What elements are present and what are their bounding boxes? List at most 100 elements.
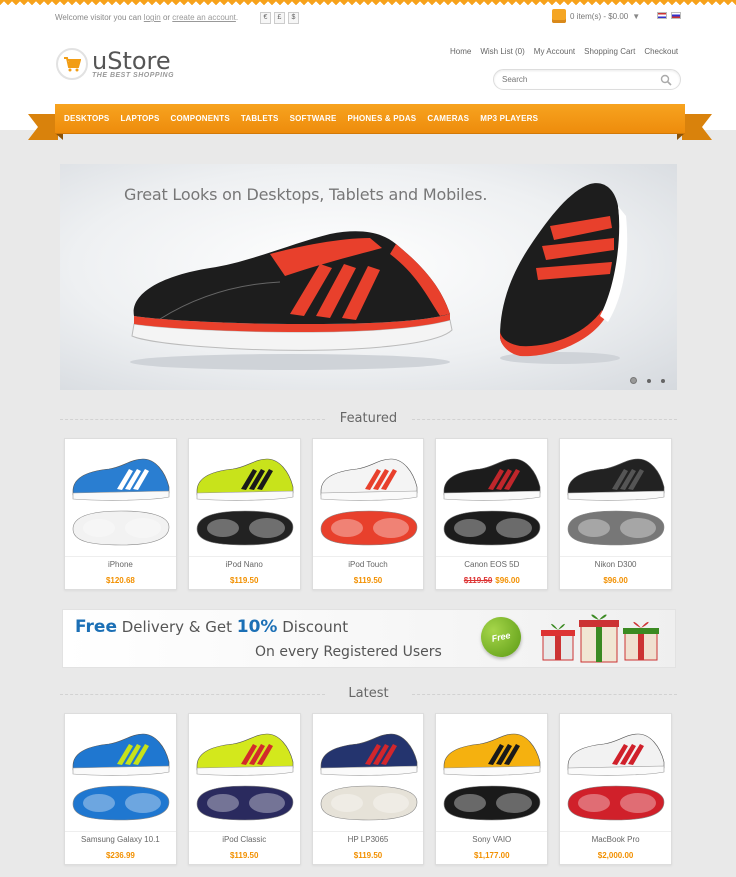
- slider-caption: Great Looks on Desktops, Tablets and Mob…: [124, 185, 488, 204]
- product-card[interactable]: Samsung Galaxy 10.1 $236.99: [64, 713, 177, 865]
- currency-pound-button[interactable]: £: [274, 12, 285, 24]
- home-link[interactable]: Home: [450, 47, 471, 56]
- mini-cart[interactable]: 0 item(s) - $0.00 ▼: [552, 9, 640, 23]
- product-name[interactable]: HP LP3065: [313, 835, 424, 844]
- hero-shoe-small-image: [500, 183, 628, 364]
- welcome-message: Welcome visitor you can login or create …: [55, 13, 238, 22]
- latest-products: Samsung Galaxy 10.1 $236.99 iPod Classic $1…: [64, 713, 672, 865]
- free-badge: Free: [477, 613, 525, 661]
- english-flag-icon[interactable]: [657, 12, 667, 19]
- product-price: $120.68: [65, 576, 176, 585]
- search-input[interactable]: [502, 75, 652, 84]
- product-card[interactable]: MacBook Pro $2,000.00: [559, 713, 672, 865]
- russian-flag-icon[interactable]: [671, 12, 681, 19]
- product-current-price: $119.50: [229, 851, 259, 860]
- product-price: $119.50: [189, 851, 300, 860]
- nav-item-components[interactable]: Components: [171, 114, 230, 123]
- product-name[interactable]: iPhone: [65, 560, 176, 569]
- create-account-link[interactable]: create an account: [172, 13, 236, 22]
- my-account-link[interactable]: My Account: [534, 47, 575, 56]
- divider: [188, 556, 300, 557]
- currency-euro-button[interactable]: €: [260, 12, 271, 24]
- top-links: Home Wish List (0) My Account Shopping C…: [450, 47, 678, 56]
- product-image[interactable]: [69, 722, 173, 826]
- search-icon[interactable]: [660, 74, 672, 86]
- slider-dot-1[interactable]: [630, 377, 637, 384]
- logo-name: uStore: [92, 46, 171, 75]
- product-name[interactable]: Samsung Galaxy 10.1: [65, 835, 176, 844]
- search-box: [493, 69, 681, 90]
- product-card[interactable]: iPod Nano $119.50: [187, 438, 301, 590]
- login-link[interactable]: login: [144, 13, 161, 22]
- main-nav: Desktops Laptops Components Tablets Soft…: [28, 104, 712, 148]
- product-name[interactable]: iPod Classic: [189, 835, 300, 844]
- slider-dot-3[interactable]: [661, 378, 665, 383]
- product-price: $119.50: [313, 576, 424, 585]
- nav-item-desktops[interactable]: Desktops: [64, 114, 109, 123]
- product-current-price: $2,000.00: [597, 851, 634, 860]
- nav-item-laptops[interactable]: Laptops: [120, 114, 159, 123]
- slider-pagination: [630, 377, 665, 384]
- product-name[interactable]: Sony VAIO: [436, 835, 547, 844]
- product-current-price: $96.00: [495, 576, 520, 585]
- promo-banner[interactable]: Free Delivery & Get 10% Discount On ever…: [62, 609, 676, 668]
- product-card[interactable]: Sony VAIO $1,177.00: [435, 713, 549, 865]
- zigzag-border: [0, 0, 736, 8]
- divider: [312, 556, 424, 557]
- wishlist-link[interactable]: Wish List (0): [480, 47, 524, 56]
- product-price: $2,000.00: [560, 851, 671, 860]
- product-price: $119.50 $96.00: [436, 576, 547, 585]
- shopping-cart-link[interactable]: Shopping Cart: [584, 47, 635, 56]
- product-name[interactable]: iPod Touch: [313, 560, 424, 569]
- ribbon-tail-right: [682, 114, 712, 140]
- product-image[interactable]: [564, 722, 668, 826]
- product-card[interactable]: HP LP3065 $119.50: [311, 713, 425, 865]
- product-card[interactable]: iPod Touch $119.50: [311, 438, 425, 590]
- cart-summary: 0 item(s) - $0.00: [570, 11, 629, 21]
- hero-slider[interactable]: Great Looks on Desktops, Tablets and Mob…: [60, 164, 677, 390]
- divider: [436, 556, 548, 557]
- product-image[interactable]: [440, 447, 544, 551]
- product-image[interactable]: [69, 447, 173, 551]
- banner-subline: On every Registered Users: [255, 644, 442, 660]
- divider: [312, 831, 424, 832]
- product-image[interactable]: [317, 447, 421, 551]
- currency-dollar-button[interactable]: $: [288, 12, 299, 24]
- product-card[interactable]: iPhone $120.68: [64, 438, 177, 590]
- divider: [65, 556, 176, 557]
- ribbon-tail-left: [28, 114, 58, 140]
- product-image[interactable]: [193, 722, 297, 826]
- product-image[interactable]: [193, 447, 297, 551]
- product-image[interactable]: [317, 722, 421, 826]
- product-card[interactable]: Canon EOS 5D $119.50 $96.00: [435, 438, 549, 590]
- divider: [188, 831, 300, 832]
- store-logo[interactable]: uStore THE BEST SHOPPING: [56, 48, 174, 80]
- product-image[interactable]: [440, 722, 544, 826]
- product-image[interactable]: [564, 447, 668, 551]
- nav-item-mp3-players[interactable]: MP3 Players: [480, 114, 538, 123]
- language-switcher: [657, 12, 681, 19]
- nav-item-phones-pdas[interactable]: Phones & PDAs: [348, 114, 417, 123]
- nav-item-cameras[interactable]: Cameras: [427, 114, 469, 123]
- chevron-down-icon[interactable]: ▼: [632, 12, 640, 21]
- checkout-link[interactable]: Checkout: [644, 47, 678, 56]
- product-current-price: $1,177.00: [473, 851, 510, 860]
- product-card[interactable]: Nikon D300 $96.00: [559, 438, 672, 590]
- product-name[interactable]: iPod Nano: [189, 560, 300, 569]
- nav-item-tablets[interactable]: Tablets: [241, 114, 279, 123]
- currency-switcher: € £ $: [260, 12, 299, 24]
- product-name[interactable]: Canon EOS 5D: [436, 560, 547, 569]
- product-price: $1,177.00: [436, 851, 547, 860]
- nav-item-software[interactable]: Software: [290, 114, 337, 123]
- product-current-price: $236.99: [105, 851, 135, 860]
- gift-boxes-image: [541, 614, 659, 663]
- divider: [65, 831, 176, 832]
- product-current-price: $96.00: [603, 576, 628, 585]
- product-name[interactable]: MacBook Pro: [560, 835, 671, 844]
- slider-dot-2[interactable]: [647, 378, 651, 383]
- welcome-suffix: .: [235, 13, 239, 22]
- banner-headline: Free Delivery & Get 10% Discount: [75, 617, 348, 637]
- product-card[interactable]: iPod Classic $119.50: [187, 713, 301, 865]
- latest-heading: Latest: [60, 686, 677, 701]
- product-name[interactable]: Nikon D300: [560, 560, 671, 569]
